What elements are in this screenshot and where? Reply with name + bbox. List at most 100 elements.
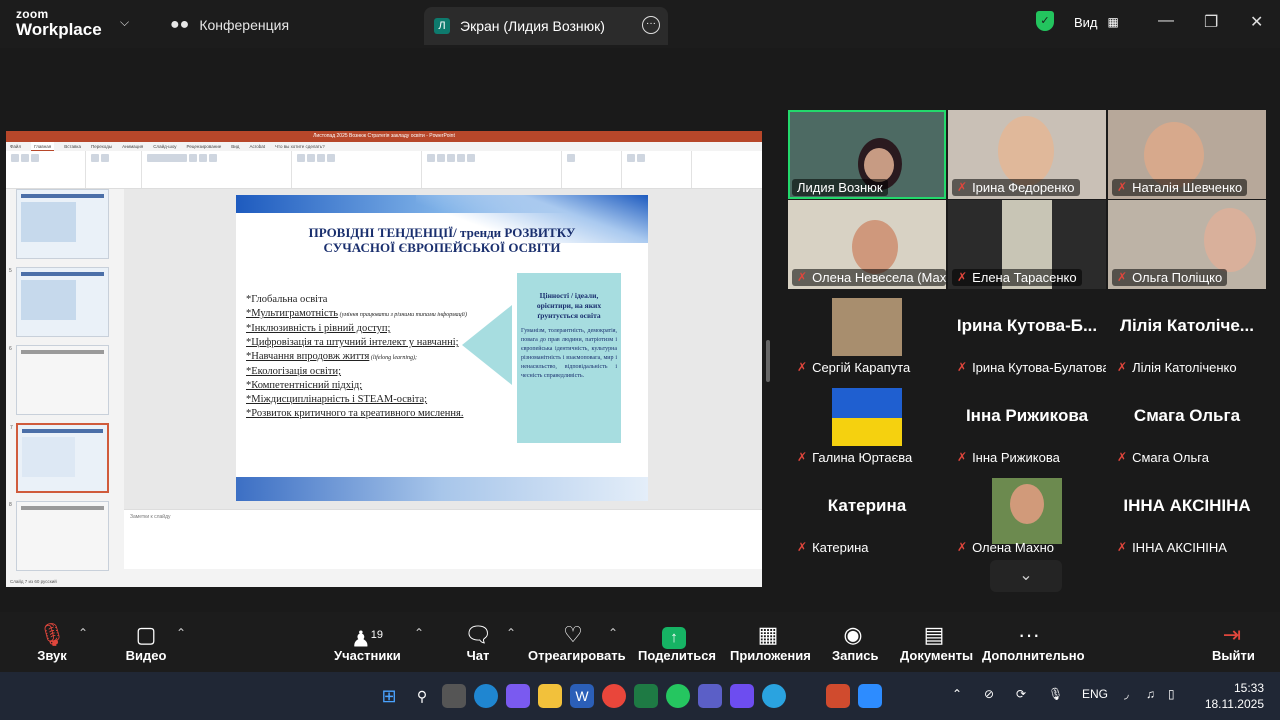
volume-icon[interactable]: ♫ [1146,687,1155,701]
react-options-chevron-icon[interactable]: ⌃ [608,626,618,640]
trend-item: *Цифровізація та штучний інтелект у навч… [246,337,459,348]
ppt-tab[interactable]: Файл [10,142,21,151]
tab-conference[interactable]: ●● Конференция [170,12,289,38]
panel-splitter[interactable] [766,340,770,382]
react-button[interactable]: ♡ Отреагировать [528,622,626,663]
wifi-icon[interactable]: ◞ [1124,687,1129,701]
video-button[interactable]: ▢ Видео [124,622,168,663]
participant-name: Елена Тарасенко [972,270,1077,285]
microphone-icon[interactable]: 🎙 [1048,687,1063,701]
zoom-icon[interactable] [858,684,882,708]
leave-button[interactable]: ⇥ Выйти [1212,622,1255,663]
participant-tile[interactable]: Інна Рижикова ✗ Інна Рижикова [948,380,1106,469]
participant-tile[interactable]: ✗ Сергій Карапута [788,290,946,379]
teams-icon[interactable] [698,684,722,708]
slide-notes[interactable]: Заметки к слайду [124,509,762,569]
participant-label: ✗ Олена Махно [952,539,1059,556]
documents-button[interactable]: ▤ Документы [900,622,973,663]
view-button[interactable]: Вид ▦ [1066,9,1130,35]
participants-button[interactable]: ♟19 Участники [334,622,401,663]
participant-label: ✗ Лілія Католіченко [1112,359,1242,376]
apps-button[interactable]: ▦ Приложения [730,622,811,663]
chat-button[interactable]: 🗨 Чат [462,622,494,663]
participants-options-chevron-icon[interactable]: ⌃ [414,626,424,640]
participant-tile[interactable]: ✗ Олена Невесела (Мах... [788,200,946,289]
ppt-tab[interactable]: Acrobat [249,142,265,151]
slide-thumbnail[interactable]: 6 [9,345,109,415]
participant-tile[interactable]: ✗ Наталія Шевченко [1108,110,1266,199]
close-icon[interactable]: ✕ [1250,12,1263,32]
participant-label: Лидия Вознюк [792,179,888,196]
share-button[interactable]: ↑ Поделиться [638,622,716,663]
slide-thumbnail-current[interactable]: 7 [10,423,109,493]
slide-title-line1: ПРОВІДНІ ТЕНДЕНЦІЇ/ тренди РОЗВИТКУ [308,225,576,240]
more-button[interactable]: ··· Дополнительно [982,622,1085,663]
battery-icon[interactable]: ▯ [1168,687,1175,701]
language-indicator[interactable]: ENG [1082,687,1108,701]
minimize-icon[interactable]: — [1158,12,1174,30]
copilot-icon[interactable] [506,684,530,708]
network-off-icon[interactable]: ⊘ [984,687,994,701]
audio-button[interactable]: 🎙 Звук [30,622,74,663]
ppt-tab[interactable]: Слайд-шоу [153,142,176,151]
participant-label: ✗ Елена Тарасенко [952,269,1082,286]
ppt-ribbon [6,151,762,189]
word-icon[interactable]: W [570,684,594,708]
participant-tile[interactable]: ✗ Галина Юртаєва [788,380,946,469]
excel-icon[interactable] [634,684,658,708]
ppt-tab[interactable]: Вид [231,142,239,151]
ppt-tell-me[interactable]: Что вы хотите сделать? [275,142,325,151]
telegram-icon[interactable] [762,684,786,708]
participant-tile[interactable]: ✗ Елена Тарасенко [948,200,1106,289]
chrome-icon[interactable] [602,684,626,708]
participant-label: ✗ Галина Юртаєва [792,449,917,466]
participant-label: ✗ Інна Рижикова [952,449,1065,466]
participant-tile[interactable]: Лілія Католіче... ✗ Лілія Католіченко [1108,290,1266,379]
participant-tile[interactable]: Ірина Кутова-Б... ✗ Ірина Кутова-Булатова [948,290,1106,379]
chevron-down-icon[interactable]: ⌵ [120,15,129,30]
tab-screen-share[interactable]: Л Экран (Лидия Вознюк) ··· [424,7,668,45]
participant-tile[interactable]: ІННА АКСІНІНА ✗ ІННА АКСІНІНА [1108,470,1266,559]
participant-tile[interactable]: ✗ Ірина Федоренко [948,110,1106,199]
more-options-icon[interactable]: ··· [642,16,660,34]
flag-avatar [832,418,902,446]
ppt-tab[interactable]: Анимация [122,142,143,151]
restore-icon[interactable]: ❐ [1204,12,1218,32]
task-view-icon[interactable] [442,684,466,708]
slide-thumbnail[interactable]: 8 [9,501,109,571]
search-icon[interactable]: ⚲ [410,684,434,708]
start-icon[interactable]: ⊞ [377,684,401,708]
participant-tile[interactable]: ✗ Олена Махно [948,470,1106,559]
ppt-tab-home[interactable]: Главная [31,142,55,151]
slide-thumbnail[interactable]: 5 [9,267,109,337]
powerpoint-icon[interactable] [826,684,850,708]
mic-muted-icon: ✗ [797,450,808,464]
record-button[interactable]: ◉ Запись [832,622,878,663]
sync-icon[interactable]: ⟳ [1016,687,1026,701]
current-slide[interactable]: ПРОВІДНІ ТЕНДЕНЦІЇ/ тренди РОЗВИТКУ СУЧА… [236,195,648,501]
apps-icon: ▦ [757,622,779,647]
participant-tile[interactable]: ✗ Ольга Поліщко [1108,200,1266,289]
tab-screen-label: Экран (Лидия Вознюк) [460,18,605,34]
participant-tile[interactable]: Смага Ольга ✗ Смага Ольга [1108,380,1266,469]
slide-editor: ПРОВІДНІ ТЕНДЕНЦІЇ/ тренди РОЗВИТКУ СУЧА… [124,189,762,509]
ppt-tab[interactable]: Переходы [91,142,112,151]
mic-muted-icon: ✗ [957,360,968,374]
ppt-tab[interactable]: Вставка [64,142,81,151]
system-clock[interactable]: 15:33 18.11.2025 [1200,680,1264,712]
copilot-365-icon[interactable] [730,684,754,708]
shield-icon[interactable]: ✓ [1036,11,1054,31]
edge-icon[interactable] [474,684,498,708]
audio-options-chevron-icon[interactable]: ⌃ [78,626,88,640]
ppt-tab[interactable]: Рецензирование [187,142,222,151]
video-options-chevron-icon[interactable]: ⌃ [176,626,186,640]
slide-thumbnail[interactable] [16,189,109,259]
gallery-scroll-down-button[interactable]: ⌄ [990,560,1062,592]
chevron-up-icon[interactable]: ⌃ [952,687,962,701]
participant-tile[interactable]: Катерина ✗ Катерина [788,470,946,559]
chat-options-chevron-icon[interactable]: ⌃ [506,626,516,640]
participant-tile[interactable]: Лидия Вознюк [788,110,946,199]
whatsapp-icon[interactable] [666,684,690,708]
mic-muted-icon: ✗ [957,450,968,464]
file-explorer-icon[interactable] [538,684,562,708]
